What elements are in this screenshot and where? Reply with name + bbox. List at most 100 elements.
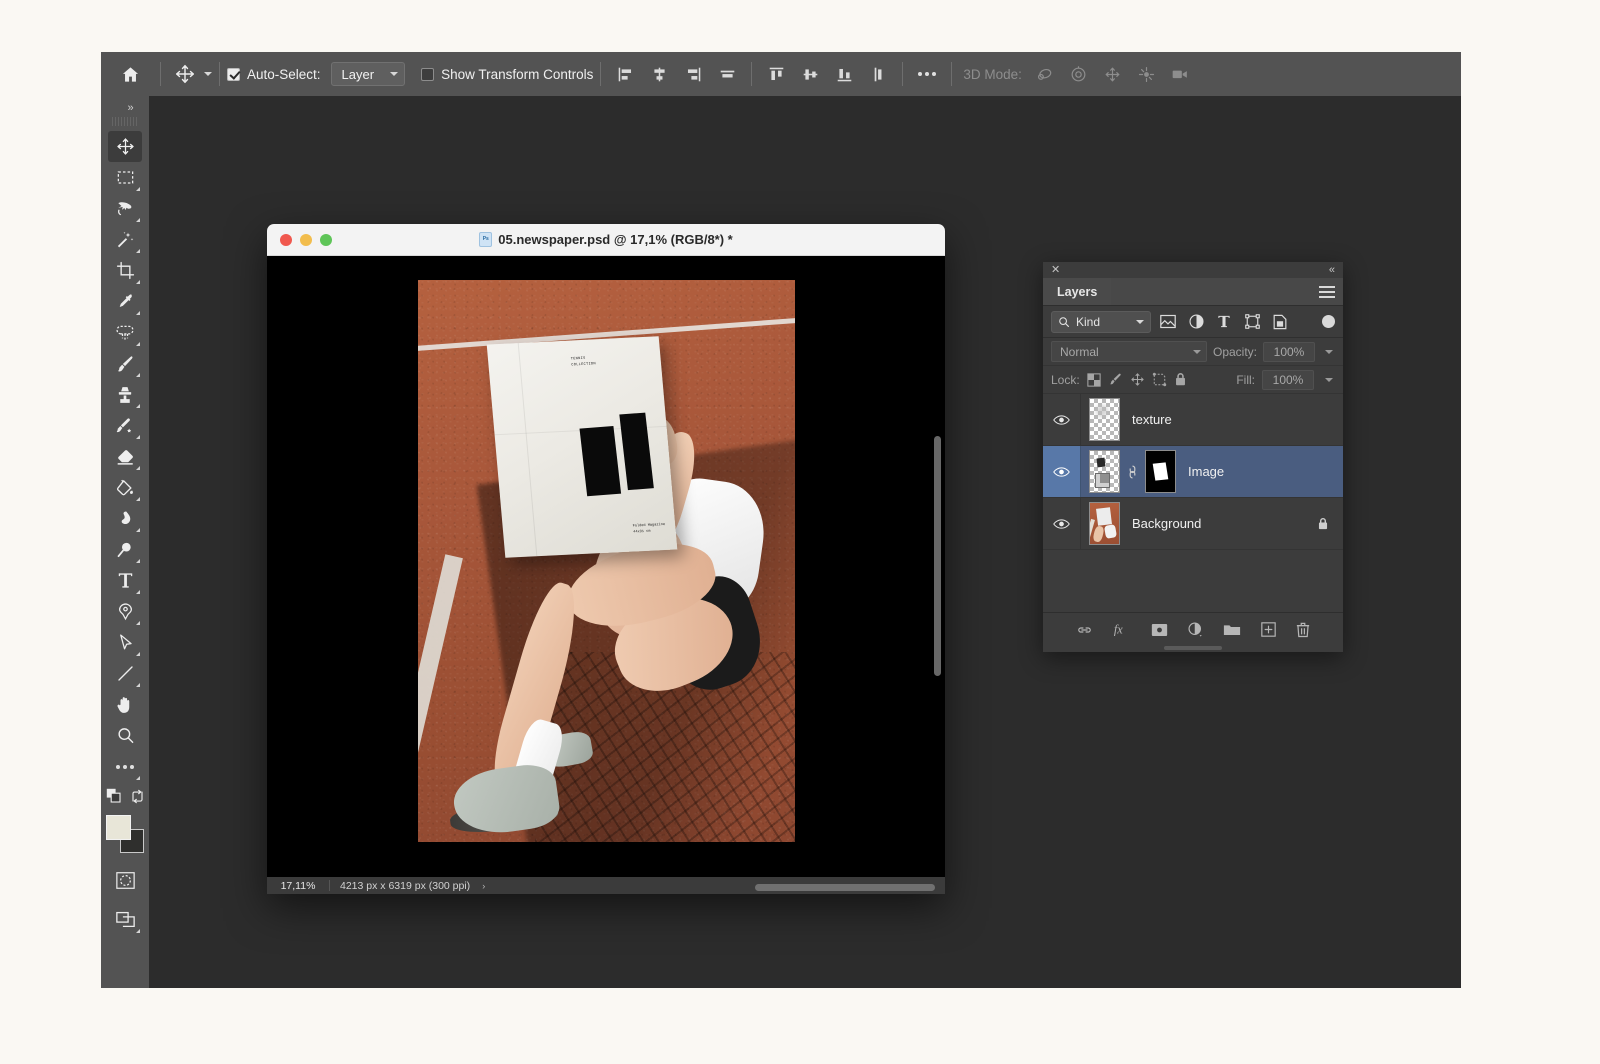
slide-3d-icon[interactable] <box>1130 57 1164 91</box>
layer-name[interactable]: Background <box>1120 516 1317 531</box>
table-row[interactable]: Background <box>1043 498 1343 550</box>
camera-3d-icon[interactable] <box>1164 57 1198 91</box>
filter-toggle-switch[interactable] <box>1322 315 1335 328</box>
window-traffic-lights[interactable] <box>267 234 332 246</box>
panel-resize-handle[interactable] <box>1164 646 1222 650</box>
new-layer-icon[interactable] <box>1261 622 1276 637</box>
align-bottom-edges-icon[interactable] <box>827 57 861 91</box>
swap-colors-icon[interactable] <box>130 789 145 809</box>
close-window-button[interactable] <box>280 234 292 246</box>
filter-pixel-icon[interactable] <box>1157 314 1179 329</box>
default-colors-icon[interactable] <box>106 788 122 809</box>
filter-adjustment-icon[interactable] <box>1185 314 1207 329</box>
roll-3d-icon[interactable] <box>1062 57 1096 91</box>
filter-type-icon[interactable] <box>1213 314 1235 329</box>
tab-layers[interactable]: Layers <box>1043 278 1111 305</box>
collapse-panel-icon[interactable]: « <box>1329 265 1335 276</box>
distribute-vertical-icon[interactable] <box>861 57 895 91</box>
layer-mask-thumbnail[interactable] <box>1145 450 1176 493</box>
color-swatches[interactable] <box>106 815 144 853</box>
pen-tool[interactable] <box>108 596 142 627</box>
history-brush-tool[interactable] <box>108 410 142 441</box>
fill-chevron-down-icon[interactable] <box>1321 370 1335 390</box>
lasso-tool[interactable] <box>108 193 142 224</box>
pan-3d-icon[interactable] <box>1096 57 1130 91</box>
lock-artboard-nesting-icon[interactable] <box>1152 372 1167 387</box>
status-zoom-level[interactable]: 17,11% <box>267 880 329 892</box>
magic-wand-tool[interactable] <box>108 224 142 255</box>
auto-select-control[interactable]: Auto-Select: <box>227 67 321 82</box>
layer-filter-kind-dropdown[interactable]: Kind <box>1051 311 1151 333</box>
new-group-icon[interactable] <box>1223 623 1241 637</box>
panel-menu-icon[interactable] <box>1319 286 1335 298</box>
layer-thumbnail[interactable] <box>1089 398 1120 441</box>
screen-mode-icon[interactable] <box>108 904 142 935</box>
opacity-value[interactable]: 100% <box>1263 342 1315 362</box>
layer-name[interactable]: Image <box>1176 464 1343 479</box>
filter-shape-icon[interactable] <box>1241 314 1263 329</box>
layers-list[interactable]: texture <box>1043 394 1343 612</box>
gradient-paint-bucket-tool[interactable] <box>108 472 142 503</box>
quick-mask-mode-icon[interactable] <box>108 865 142 896</box>
line-shape-tool[interactable] <box>108 658 142 689</box>
auto-select-checkbox[interactable] <box>227 68 240 81</box>
layer-styles-fx-icon[interactable]: fx <box>1113 622 1131 637</box>
layer-name[interactable]: texture <box>1120 412 1343 427</box>
align-top-edges-icon[interactable] <box>759 57 793 91</box>
move-tool-icon[interactable] <box>168 57 202 91</box>
foreground-color-swatch[interactable] <box>106 815 131 840</box>
tool-preset-chevron-down-icon[interactable] <box>204 72 212 76</box>
more-options-icon[interactable] <box>910 57 944 91</box>
layer-visibility-toggle[interactable] <box>1043 498 1081 549</box>
lock-position-icon[interactable] <box>1130 372 1145 387</box>
align-left-edges-icon[interactable] <box>608 57 642 91</box>
auto-select-scope-dropdown[interactable]: Layer <box>331 62 406 86</box>
align-right-edges-icon[interactable] <box>676 57 710 91</box>
orbit-3d-icon[interactable] <box>1028 57 1062 91</box>
document-canvas[interactable]: TENNIS COLLECTION Folded Magazine 44x31 … <box>267 256 945 877</box>
close-panel-icon[interactable]: ✕ <box>1051 265 1060 276</box>
hand-tool[interactable] <box>108 689 142 720</box>
lock-all-icon[interactable] <box>1174 372 1187 387</box>
clone-stamp-tool[interactable] <box>108 379 142 410</box>
toolbar-expand-icon[interactable]: » <box>101 100 149 115</box>
table-row[interactable]: texture <box>1043 394 1343 446</box>
move-tool[interactable] <box>108 131 142 162</box>
show-transform-controls-checkbox[interactable] <box>421 68 434 81</box>
edit-toolbar-more-tool[interactable] <box>108 751 142 782</box>
layer-thumbnails[interactable] <box>1081 398 1120 441</box>
minimize-window-button[interactable] <box>300 234 312 246</box>
canvas-vertical-scrollbar[interactable] <box>934 436 941 676</box>
brush-tool[interactable] <box>108 348 142 379</box>
link-layers-icon[interactable] <box>1076 624 1093 636</box>
add-layer-mask-icon[interactable] <box>1151 623 1168 637</box>
canvas-area[interactable]: Ps 05.newspaper.psd @ 17,1% (RGB/8*) * <box>149 96 1461 988</box>
rectangular-marquee-tool[interactable] <box>108 162 142 193</box>
zoom-window-button[interactable] <box>320 234 332 246</box>
canvas-horizontal-scrollbar[interactable] <box>755 884 935 891</box>
spot-healing-brush-tool[interactable] <box>108 317 142 348</box>
opacity-chevron-down-icon[interactable] <box>1321 342 1335 362</box>
layer-thumbnails[interactable] <box>1081 450 1176 493</box>
crop-tool[interactable] <box>108 255 142 286</box>
align-horizontal-centers-icon[interactable] <box>642 57 676 91</box>
distribute-horizontal-icon[interactable] <box>710 57 744 91</box>
dodge-burn-tool[interactable] <box>108 534 142 565</box>
show-transform-controls-control[interactable]: Show Transform Controls <box>421 67 593 82</box>
layer-visibility-toggle[interactable] <box>1043 446 1081 497</box>
table-row[interactable]: Image <box>1043 446 1343 498</box>
status-expand-icon[interactable]: › <box>480 881 485 891</box>
filter-smart-object-icon[interactable] <box>1269 314 1291 330</box>
fill-value[interactable]: 100% <box>1262 370 1314 390</box>
zoom-tool[interactable] <box>108 720 142 751</box>
lock-transparent-pixels-icon[interactable] <box>1087 373 1101 387</box>
layer-thumbnail[interactable] <box>1089 450 1120 493</box>
layer-thumbnails[interactable] <box>1081 502 1120 545</box>
path-selection-tool[interactable] <box>108 627 142 658</box>
toolbar-drag-handle[interactable] <box>112 117 138 126</box>
eraser-tool[interactable] <box>108 441 142 472</box>
home-icon[interactable] <box>107 57 153 91</box>
layer-thumbnail[interactable] <box>1089 502 1120 545</box>
delete-layer-icon[interactable] <box>1296 622 1310 638</box>
blend-mode-dropdown[interactable]: Normal <box>1051 341 1207 362</box>
